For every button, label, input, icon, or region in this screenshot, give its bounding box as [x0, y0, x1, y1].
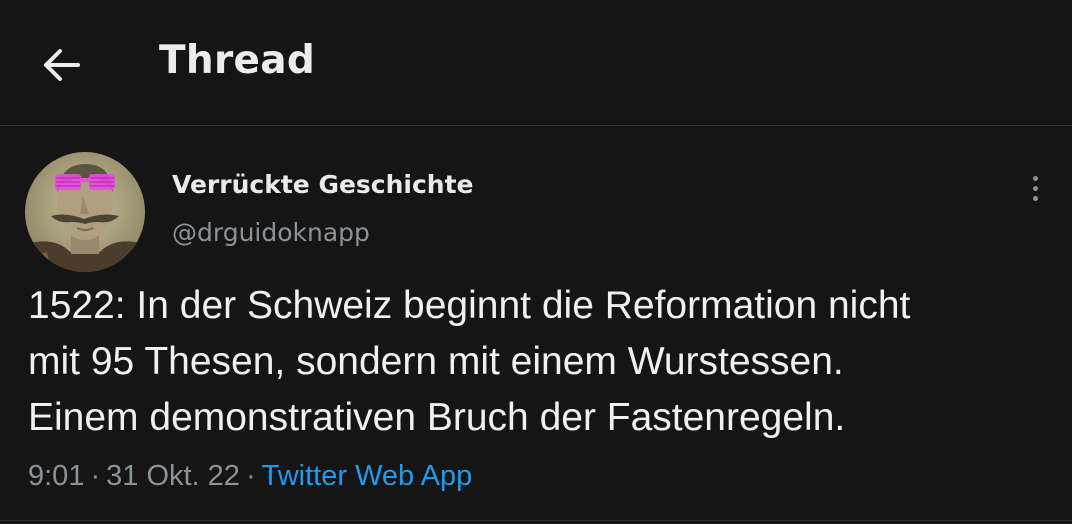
tweet-text-line: Einem demonstrativen Bruch der Fastenreg… [28, 396, 846, 439]
tweet-text-line: mit 95 Thesen, sondern mit einem Wurstes… [28, 340, 844, 383]
tweet-source-link[interactable]: Twitter Web App [262, 460, 473, 492]
page-title: Thread [159, 38, 316, 83]
meta-separator: · [245, 460, 256, 492]
tweet-text: 1522: In der Schweiz beginnt die Reforma… [28, 278, 1058, 446]
tweet-date[interactable]: 31 Okt. 22 [106, 460, 240, 492]
meta-separator: · [90, 460, 101, 492]
thread-header: Thread [0, 0, 1072, 126]
tweet-time[interactable]: 9:01 [28, 460, 84, 492]
tweet-metadata: 9:01 · 31 Okt. 22 · Twitter Web App [28, 460, 472, 493]
author-handle[interactable]: @drguidoknapp [172, 218, 370, 247]
more-options-button[interactable] [1020, 170, 1050, 206]
tweet-text-line: 1522: In der Schweiz beginnt die Reforma… [28, 284, 911, 327]
more-vertical-icon [1032, 175, 1038, 201]
divider [0, 520, 1072, 521]
author-display-name[interactable]: Verrückte Geschichte [172, 170, 474, 199]
avatar[interactable] [25, 152, 145, 272]
back-button[interactable] [36, 44, 86, 90]
thread-screen: Thread Verrückte Geschichte @drguidoknap… [0, 0, 1072, 524]
arrow-left-icon [41, 48, 81, 86]
